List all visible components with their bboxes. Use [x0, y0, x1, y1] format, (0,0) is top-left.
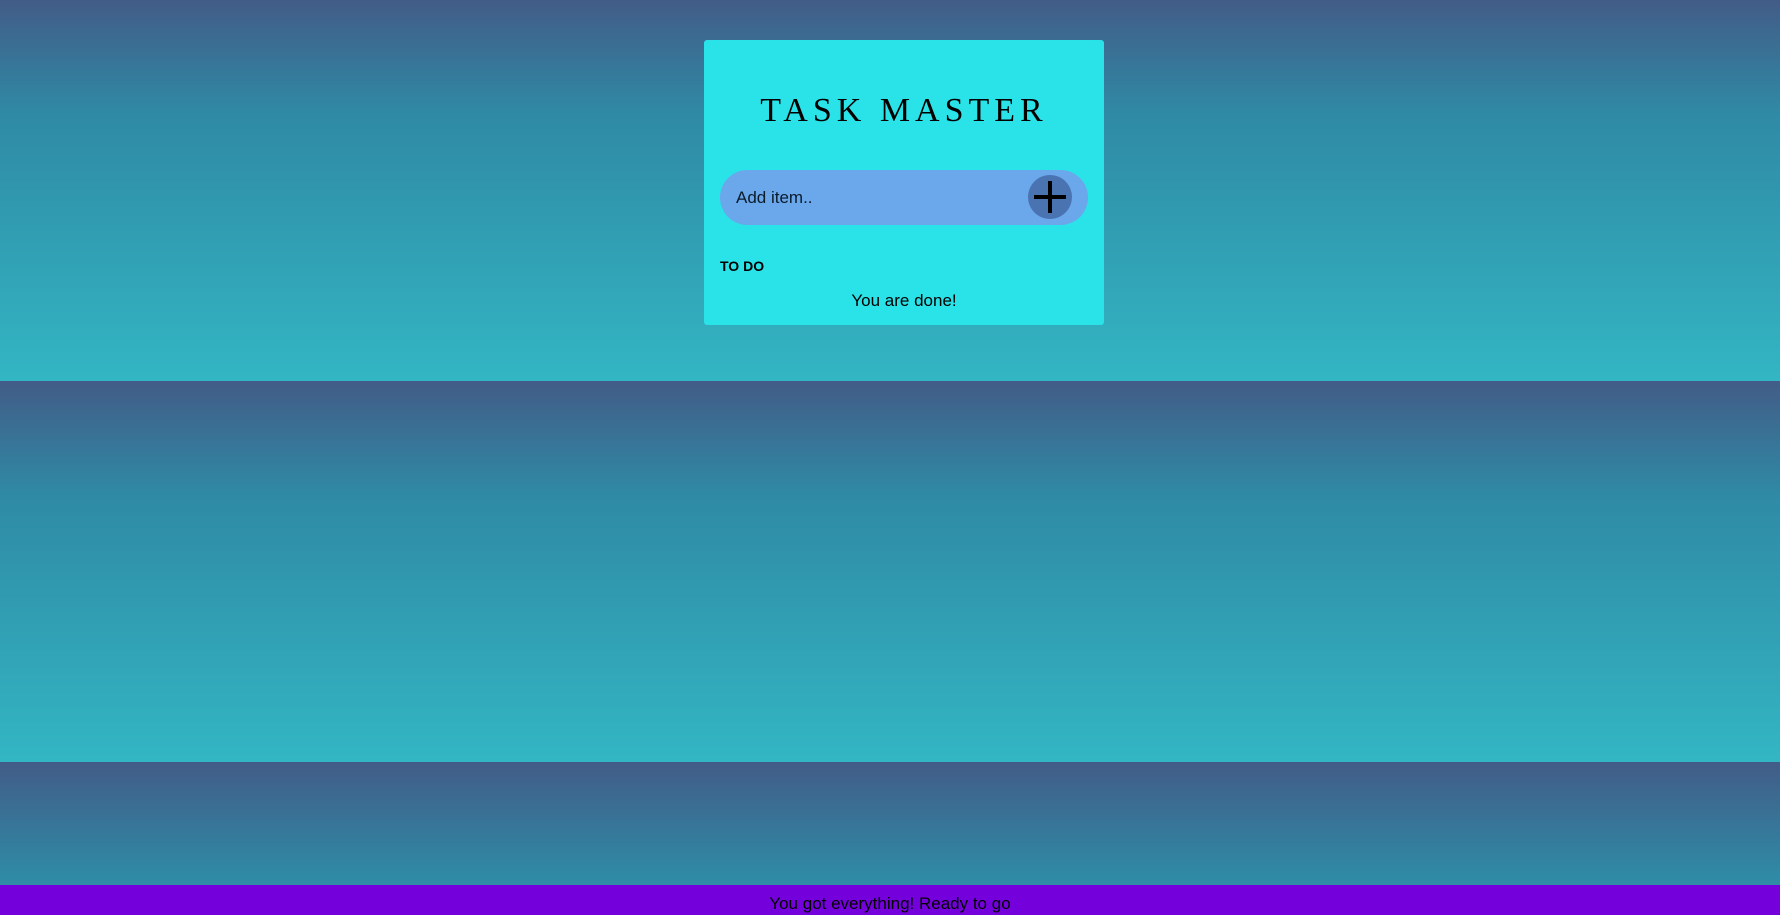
status-footer: You got everything! Ready to go [0, 885, 1780, 915]
task-card: TASK MASTER TO DO You are done! [704, 40, 1104, 325]
app-title: TASK MASTER [760, 92, 1048, 129]
add-item-input[interactable] [736, 170, 1016, 225]
plus-icon [1028, 175, 1072, 219]
todo-heading: TO DO [720, 258, 765, 274]
empty-list-message: You are done! [851, 291, 957, 310]
add-item-bar [720, 170, 1088, 225]
footer-text: You got everything! Ready to go [769, 894, 1011, 913]
add-item-button[interactable] [1028, 175, 1072, 219]
